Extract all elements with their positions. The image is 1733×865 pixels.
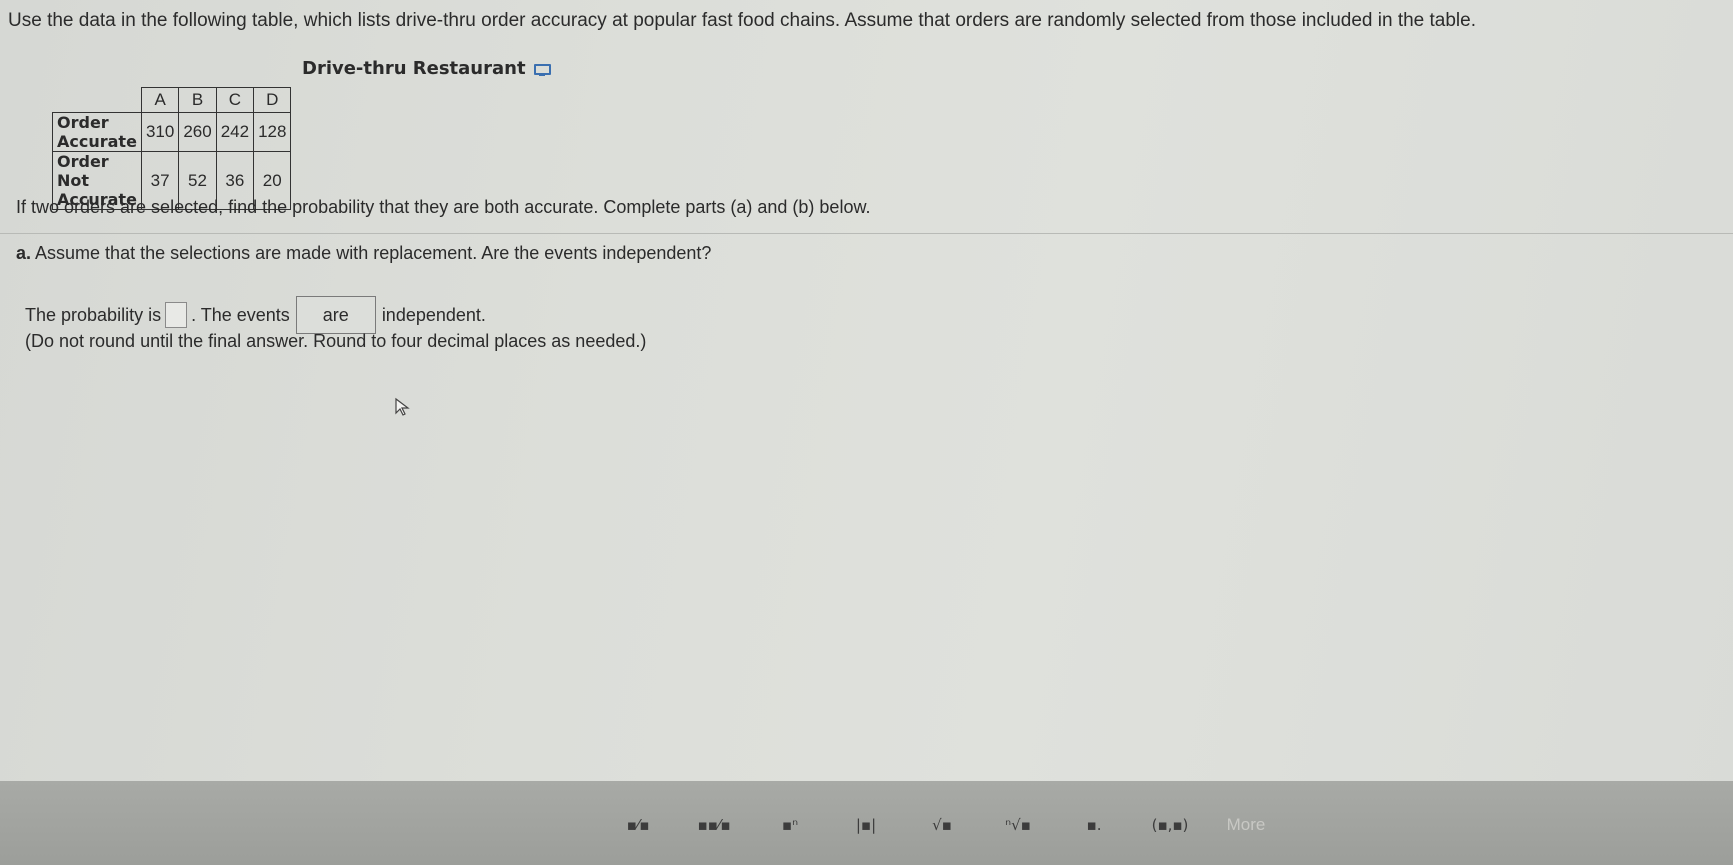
column-header-b: B: [178, 87, 217, 113]
answer-middle: . The events: [191, 304, 290, 325]
independence-dropdown[interactable]: are: [295, 296, 376, 334]
square-root-button[interactable]: √▪: [904, 805, 980, 845]
problem-intro: Use the data in the following table, whi…: [8, 10, 1477, 31]
answer-suffix: independent.: [381, 304, 486, 325]
ordered-pair-button[interactable]: (▪,▪): [1132, 805, 1208, 845]
nth-root-button[interactable]: ⁿ√▪: [980, 805, 1056, 845]
section-divider: [0, 233, 1733, 234]
math-toolbar: ▪⁄▪ ▪▪⁄▪ ▪ⁿ |▪| √▪ ⁿ√▪ ▪. (▪,▪) More: [0, 781, 1733, 865]
math-toolbar-buttons: ▪⁄▪ ▪▪⁄▪ ▪ⁿ |▪| √▪ ⁿ√▪ ▪. (▪,▪) More: [600, 805, 1284, 845]
absolute-value-button[interactable]: |▪|: [828, 805, 904, 845]
rounding-note: (Do not round until the final answer. Ro…: [25, 331, 647, 351]
table-cell: 242: [215, 112, 255, 152]
mixed-number-button[interactable]: ▪▪⁄▪: [676, 805, 752, 845]
column-header-c: C: [215, 87, 255, 113]
part-a-prompt: a. Assume that the selections are made w…: [16, 243, 711, 264]
table-corner-cell: [52, 87, 142, 113]
copy-table-icon[interactable]: [533, 63, 551, 76]
mouse-pointer-icon: [395, 397, 410, 416]
probability-input[interactable]: [165, 302, 188, 328]
more-button[interactable]: More: [1208, 805, 1284, 845]
column-header-a: A: [140, 87, 180, 113]
part-a-text: Assume that the selections are made with…: [35, 243, 712, 263]
table-caption-text: Drive-thru Restaurant: [302, 58, 526, 79]
column-header-d: D: [253, 87, 292, 113]
subscript-button[interactable]: ▪.: [1056, 805, 1132, 845]
table-cell: 310: [140, 112, 180, 152]
answer-prefix: The probability is: [25, 304, 162, 325]
table-row: Order Accurate 310 260 242 128: [52, 112, 292, 152]
table-cell: 128: [253, 112, 292, 152]
table-header-row: A B C D: [52, 87, 292, 113]
exponent-button[interactable]: ▪ⁿ: [752, 805, 828, 845]
row-label-order-accurate: Order Accurate: [52, 112, 142, 152]
question-text: If two orders are selected, find the pro…: [16, 197, 871, 217]
accuracy-table: A B C D Order Accurate 310 260 242 128 O…: [52, 87, 292, 210]
answer-line: The probability is . The events are inde…: [25, 296, 486, 334]
table-caption: Drive-thru Restaurant: [302, 58, 551, 79]
table-cell: 260: [178, 112, 217, 152]
fraction-button[interactable]: ▪⁄▪: [600, 805, 676, 845]
part-a-letter: a.: [16, 243, 32, 263]
